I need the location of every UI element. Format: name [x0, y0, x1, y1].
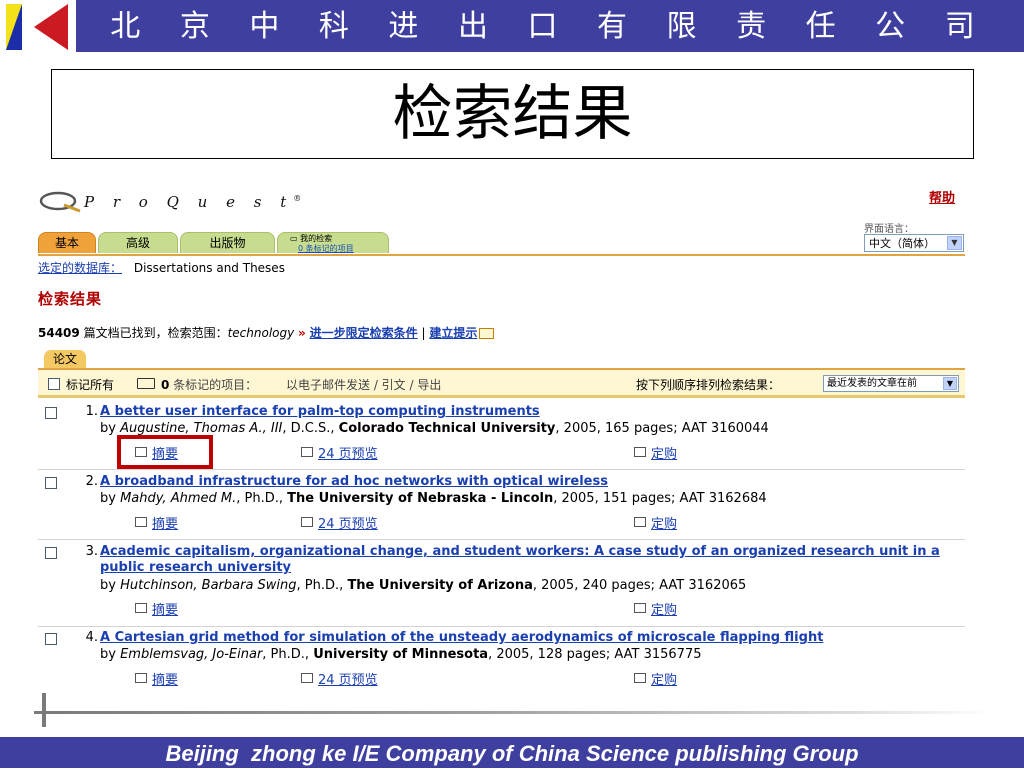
proquest-q-icon: [39, 191, 81, 213]
result-number: 3.: [85, 544, 98, 559]
order-link[interactable]: 定购: [634, 443, 677, 462]
chevron-down-icon: ▼: [943, 377, 957, 390]
tab-basic[interactable]: 基本: [38, 232, 96, 253]
ui-language-label: 界面语言：: [864, 224, 914, 235]
abstract-link[interactable]: 摘要: [135, 513, 178, 532]
tab-publications[interactable]: 出版物: [180, 232, 275, 253]
company-name: 北 京 中 科 进 出 口 有 限 责 任 公 司: [76, 0, 1024, 52]
result-checkbox[interactable]: [45, 633, 57, 645]
order-link[interactable]: 定购: [634, 669, 677, 688]
page-preview-link[interactable]: 24 页预览: [301, 669, 378, 688]
results-toolbar: 标记所有 0 条标记的项目： 以电子邮件发送 / 引文 / 导出 按下列顺序排列…: [38, 368, 965, 398]
marked-items[interactable]: 0 条标记的项目：: [161, 376, 257, 393]
sort-value: 最近发表的文章在前: [827, 378, 917, 389]
result-summary: 54409 篇文档已找到，检索范围：technology » 进一步限定检索条件…: [38, 324, 495, 341]
mark-all-checkbox[interactable]: [48, 378, 60, 390]
chevron-down-icon: ▼: [947, 236, 962, 250]
result-title-link[interactable]: A better user interface for palm-top com…: [100, 404, 962, 420]
decorative-divider: [34, 711, 994, 714]
selected-db-link[interactable]: 选定的数据库：: [38, 261, 122, 275]
slide-title: 检索结果: [51, 69, 974, 159]
create-alert-link[interactable]: 建立提示: [429, 326, 477, 340]
result-number: 1.: [85, 404, 98, 419]
document-icon: [135, 603, 147, 613]
ui-language-select[interactable]: 中文（简体） ▼: [864, 234, 964, 252]
highlight-box: [117, 435, 213, 469]
page-preview-link[interactable]: 24 页预览: [301, 443, 378, 462]
selected-db-value: Dissertations and Theses: [133, 261, 285, 275]
pages-icon: [301, 517, 313, 527]
decorative-divider: [42, 693, 46, 727]
result-byline: by Hutchinson, Barbara Swing, Ph.D., The…: [100, 578, 747, 593]
document-icon: [135, 517, 147, 527]
result-actions: 摘要 定购: [135, 599, 835, 618]
page-preview-link[interactable]: 24 页预览: [301, 513, 378, 532]
result-item: 4. A Cartesian grid method for simulatio…: [38, 627, 965, 691]
order-icon: [634, 603, 646, 613]
envelope-icon[interactable]: [479, 328, 495, 339]
tab-dissertations[interactable]: 论文: [44, 350, 86, 368]
tabs-divider: [38, 254, 965, 256]
order-icon: [634, 673, 646, 683]
result-checkbox[interactable]: [45, 407, 57, 419]
tab-advanced[interactable]: 高级: [98, 232, 178, 253]
document-icon: [135, 673, 147, 683]
result-number: 4.: [85, 630, 98, 645]
order-icon: [634, 517, 646, 527]
sort-select[interactable]: 最近发表的文章在前 ▼: [823, 375, 959, 392]
result-actions: 摘要 24 页预览 定购: [135, 513, 835, 532]
email-cite-export[interactable]: 以电子邮件发送 / 引文 / 导出: [286, 376, 441, 393]
result-byline: by Emblemsvag, Jo-Einar, Ph.D., Universi…: [100, 647, 702, 662]
result-item: 2. A broadband infrastructure for ad hoc…: [38, 471, 965, 540]
order-icon: [634, 447, 646, 457]
results-heading: 检索结果: [38, 290, 103, 308]
pages-icon: [301, 673, 313, 683]
result-byline: by Mahdy, Ahmed M., Ph.D., The Universit…: [100, 491, 767, 506]
abstract-link[interactable]: 摘要: [135, 599, 178, 618]
marked-items-link[interactable]: 0 条标记的项目: [290, 244, 354, 253]
sort-label: 按下列顺序排列检索结果：: [636, 378, 781, 392]
mark-all-label[interactable]: 标记所有: [66, 376, 114, 393]
search-query: technology: [227, 326, 295, 340]
result-number: 2.: [85, 474, 98, 489]
pages-icon: [301, 447, 313, 457]
order-link[interactable]: 定购: [634, 599, 677, 618]
result-actions: 摘要 24 页预览 定购: [135, 669, 835, 688]
company-logo: [4, 2, 70, 52]
folder-icon: ▭: [290, 234, 301, 243]
result-title-link[interactable]: Academic capitalism, organizational chan…: [100, 544, 962, 576]
result-title-link[interactable]: A Cartesian grid method for simulation o…: [100, 630, 962, 646]
folder-icon: [137, 378, 155, 389]
help-link[interactable]: 帮助: [929, 187, 955, 206]
result-count: 54409: [38, 326, 80, 340]
result-title-link[interactable]: A broadband infrastructure for ad hoc ne…: [100, 474, 962, 490]
top-banner: 北 京 中 科 进 出 口 有 限 责 任 公 司: [0, 0, 1024, 54]
result-checkbox[interactable]: [45, 477, 57, 489]
tab-my-research[interactable]: ▭ 我的检索 0 条标记的项目: [277, 232, 389, 253]
selected-databases: 选定的数据库： Dissertations and Theses: [38, 259, 285, 276]
refine-search-link[interactable]: 进一步限定检索条件: [310, 326, 418, 340]
result-item: 3. Academic capitalism, organizational c…: [38, 541, 965, 627]
order-link[interactable]: 定购: [634, 513, 677, 532]
result-checkbox[interactable]: [45, 547, 57, 559]
ui-language-value: 中文（简体）: [869, 237, 935, 250]
footer-banner: Beijing zhong ke I/E Company of China Sc…: [0, 737, 1024, 768]
abstract-link[interactable]: 摘要: [135, 669, 178, 688]
result-actions: 摘要 24 页预览 定购: [135, 443, 835, 462]
